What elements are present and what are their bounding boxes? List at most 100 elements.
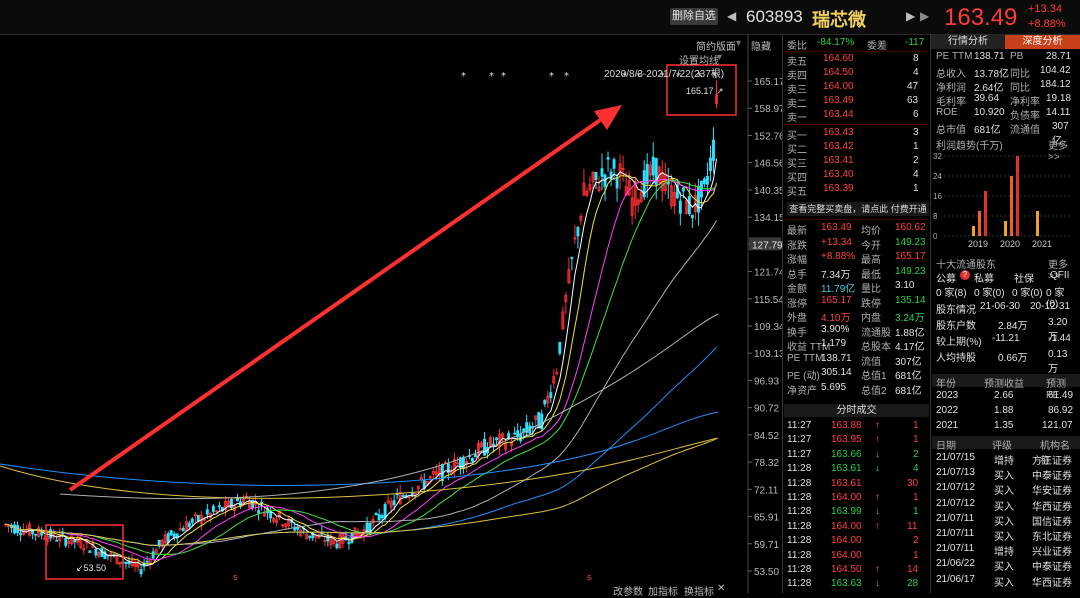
tick-row: 11:28 163.99 ↓ 1 <box>787 506 927 519</box>
fund-label: 同比 <box>1010 69 1030 80</box>
holder-stat-row: 较上期(%) -11.21 -1.44 <box>936 333 1076 348</box>
candle-body <box>335 543 339 549</box>
candle-body <box>31 530 35 535</box>
tab-deep-analysis[interactable]: 深度分析 <box>1005 35 1080 49</box>
tick-volume: 28 <box>907 578 919 590</box>
forecast-pe: 61.49 <box>1048 390 1074 401</box>
forecast-eps: 1.35 <box>994 420 1014 431</box>
candle-body <box>600 168 604 177</box>
holder-tab-qfii[interactable]: QFII <box>1050 270 1069 281</box>
candle-body <box>495 437 499 441</box>
tick-direction-icon: ↓ <box>875 448 880 460</box>
tick-row: 11:27 163.95 ↑ 1 <box>787 434 927 447</box>
tick-volume: 1 <box>913 420 919 431</box>
ask-label: 卖五 <box>787 57 807 68</box>
rating-row[interactable]: 21/07/15 增持 方正证券 <box>936 452 1076 467</box>
bid-volume: 1 <box>913 183 919 194</box>
simple-layout-button[interactable]: 简约版面 <box>696 38 736 53</box>
candle-body <box>383 503 387 519</box>
candle-body <box>145 560 149 563</box>
ask-label: 卖三 <box>787 85 807 96</box>
stat-value: 681亿 <box>895 371 922 382</box>
holder-stat-value: -11.21 <box>992 333 1020 344</box>
fund-label: 流通值 <box>1010 125 1040 136</box>
next-stock-secondary-icon[interactable]: ▶ <box>920 9 929 23</box>
rating-row[interactable]: 21/07/11 买入 东北证券 <box>936 528 1076 543</box>
change-params-button[interactable]: 改参数 <box>613 583 643 598</box>
fund-label: PE TTM <box>936 51 973 62</box>
candle-body <box>678 200 682 214</box>
ask-price: 163.44 <box>823 109 854 120</box>
tick-volume: 2 <box>913 535 919 547</box>
tick-time: 11:27 <box>787 448 812 460</box>
tick-row: 11:28 164.50 ↑ 14 <box>787 564 927 577</box>
help-icon[interactable]: ? <box>960 270 970 280</box>
candle-body <box>347 541 351 545</box>
y-tick-label: 140.35 <box>754 186 782 197</box>
full-orderbook-button[interactable]: 查看完整买卖盘，请点此 付费开通 <box>787 202 929 216</box>
rating-row[interactable]: 21/07/12 买入 华安证券 <box>936 482 1076 498</box>
holder-tab-private-fund[interactable]: 私募 <box>974 270 994 285</box>
rating-institution: 国信证券 <box>1032 516 1072 528</box>
holder-stat-value: 20-12-31 <box>1030 301 1071 312</box>
rating-row[interactable]: 21/07/13 买入 中泰证券 <box>936 467 1076 482</box>
holder-tab-social-security[interactable]: 社保 <box>1014 270 1034 285</box>
stat-label: PE (动) <box>787 371 820 382</box>
y-tick-label: 109.34 <box>754 322 782 333</box>
tick-row: 11:28 164.00 1 <box>787 550 927 563</box>
prev-stock-icon[interactable]: ◀ <box>727 9 736 23</box>
tick-row: 11:28 163.61 ↓ 4 <box>787 463 927 476</box>
close-indicator-icon[interactable]: ✕ <box>717 583 725 594</box>
rating-row[interactable]: 21/07/12 买入 华西证券 <box>936 498 1076 513</box>
tick-price: 164.00 <box>831 549 862 561</box>
kline-chart[interactable]: 165.17 158.97 152.76 146.56 140.35 134.15 127.… <box>0 34 782 593</box>
next-stock-icon[interactable]: ▶ <box>906 9 915 23</box>
ma-settings-dropdown-icon[interactable]: ▾ <box>717 52 722 63</box>
stat-row: PE TTM 138.71 流值 307亿 <box>787 353 927 368</box>
candle-body <box>606 157 610 160</box>
rating-row[interactable]: 21/06/22 买入 中泰证券 <box>936 558 1076 573</box>
fund-label: PB <box>1010 51 1024 62</box>
rating-col-date: 日期 <box>936 441 956 452</box>
hide-button[interactable]: 隐藏 <box>751 38 771 53</box>
fund-value: 39.64 <box>974 93 1000 104</box>
rating-row[interactable]: 21/07/11 增持 兴业证券 <box>936 543 1076 558</box>
tick-price: 163.95 <box>831 434 862 446</box>
holder-tab-public-fund[interactable]: 公募 <box>936 270 956 285</box>
tab-market-analysis[interactable]: 行情分析 <box>931 35 1005 49</box>
holder-count: 0 家(0) <box>1012 288 1043 299</box>
candle-body <box>139 569 143 575</box>
fund-value: 14.11 <box>1046 107 1071 118</box>
y-tick-label: 115.54 <box>754 295 782 306</box>
rating-col-rating: 评级 <box>992 441 1012 452</box>
fundamental-row: 总收入 13.78亿 同比 104.42 <box>936 65 1076 80</box>
candle-body <box>127 561 131 565</box>
bid-row: 买四 163.40 4 <box>787 169 927 184</box>
simple-layout-dropdown-icon[interactable]: ▾ <box>736 38 741 49</box>
delete-watchlist-button[interactable]: 删除自选 <box>670 8 718 25</box>
stat-row: PE (动) 305.14 总值1 681亿 <box>787 367 927 382</box>
fund-value: 10.920 <box>974 107 1005 118</box>
candle-body <box>124 561 128 564</box>
rating-row[interactable]: 21/07/11 买入 国信证券 <box>936 513 1076 528</box>
tick-volume: 1 <box>913 549 919 561</box>
tick-time: 11:28 <box>787 520 812 532</box>
low-label: ↙53.50 <box>76 563 106 573</box>
candle-body <box>88 550 92 553</box>
candle-body <box>645 163 649 184</box>
stat-label: 量比 <box>861 284 881 295</box>
rating-value: 买入 <box>994 486 1014 498</box>
rating-row[interactable]: 21/06/17 买入 华西证券 <box>936 574 1076 589</box>
holder-stat-value: 0.66万 <box>998 353 1028 364</box>
switch-indicator-button[interactable]: 换指标 <box>684 583 714 598</box>
fundamental-row: 净利润 2.64亿 同比 184.12 <box>936 79 1076 94</box>
event-marker: * <box>549 71 554 82</box>
tick-time: 11:28 <box>787 492 812 503</box>
tick-direction-icon: ↓ <box>875 578 880 590</box>
kline-chart-area[interactable]: 165.17 158.97 152.76 146.56 140.35 134.15 127.… <box>0 34 782 593</box>
stat-label: 总值2 <box>861 385 887 397</box>
add-indicator-button[interactable]: 加指标 <box>648 583 678 598</box>
profit-bar <box>984 191 987 236</box>
holder-count: 0 家(0) <box>974 288 1005 299</box>
rating-date: 21/06/22 <box>936 558 975 570</box>
